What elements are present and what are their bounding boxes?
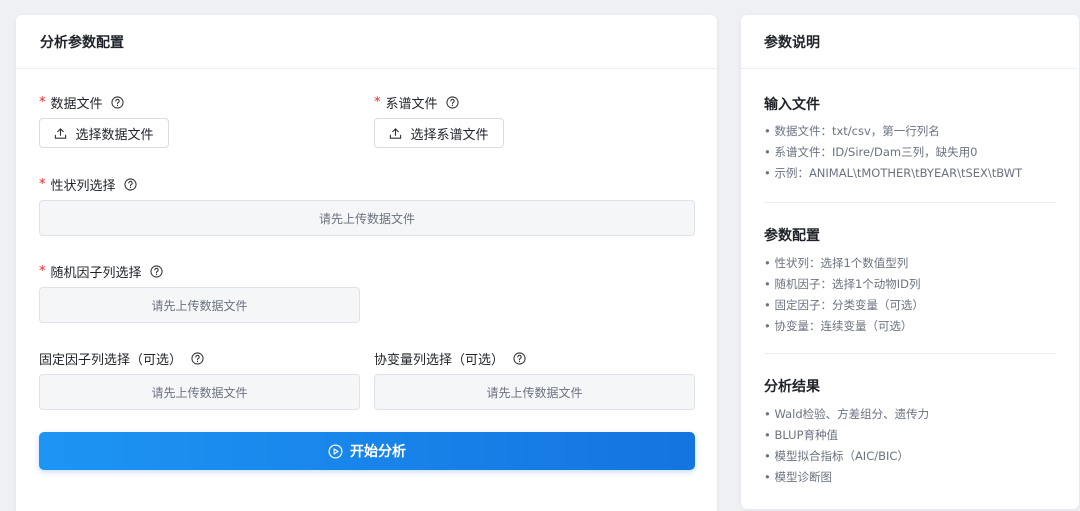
divider <box>764 202 1056 203</box>
random-factor-placeholder: 请先上传数据文件 <box>151 298 248 313</box>
config-panel-title: 分析参数配置 <box>16 15 717 69</box>
upload-icon <box>389 127 402 140</box>
start-analysis-label: 开始分析 <box>350 444 406 460</box>
covariate-label: 协变量列选择（可选） <box>374 353 505 368</box>
list-item: • 随机因子：选择1个动物ID列 <box>764 277 921 291</box>
section-list-results: • Wald检验、方差组分、遗传力 • BLUP育种值 • 模型拟合指标（AIC… <box>764 404 929 488</box>
help-icon[interactable] <box>190 352 204 366</box>
list-item: • 性状列：选择1个数值型列 <box>764 256 909 270</box>
fixed-factor-placeholder: 请先上传数据文件 <box>151 385 248 400</box>
help-icon[interactable] <box>512 352 526 366</box>
list-item: • 示例：ANIMAL\tMOTHER\tBYEAR\tSEX\tBWT <box>764 166 1023 180</box>
pedigree-file-label-row: * 系谱文件 <box>374 93 460 112</box>
covariate-select[interactable]: 请先上传数据文件 <box>374 374 695 410</box>
config-panel: 分析参数配置 * 数据文件 选择数据文件 * 系谱文件 选择系谱文件 * 性状列… <box>16 15 717 511</box>
play-circle-icon <box>328 444 343 459</box>
fixed-factor-label: 固定因子列选择（可选） <box>39 353 183 368</box>
fixed-factor-label-row: 固定因子列选择（可选） <box>39 349 204 368</box>
upload-icon <box>54 127 67 140</box>
help-panel-title: 参数说明 <box>741 15 1079 69</box>
random-factor-label: 随机因子列选择 <box>50 266 142 281</box>
select-pedigree-file-label: 选择系谱文件 <box>410 127 489 143</box>
data-file-label-row: * 数据文件 <box>39 93 125 112</box>
list-item: • 模型诊断图 <box>764 470 832 484</box>
list-item: • 数据文件：txt/csv，第一行列名 <box>764 124 940 138</box>
section-list-param-config: • 性状列：选择1个数值型列 • 随机因子：选择1个动物ID列 • 固定因子：分… <box>764 253 924 337</box>
trait-column-label-row: * 性状列选择 <box>39 175 138 194</box>
select-data-file-button[interactable]: 选择数据文件 <box>39 118 169 148</box>
data-file-label: 数据文件 <box>50 97 103 112</box>
divider <box>764 353 1056 354</box>
fixed-factor-select[interactable]: 请先上传数据文件 <box>39 374 360 410</box>
required-mark: * <box>374 95 381 110</box>
random-factor-select[interactable]: 请先上传数据文件 <box>39 287 360 323</box>
covariate-label-row: 协变量列选择（可选） <box>374 349 526 368</box>
trait-column-select[interactable]: 请先上传数据文件 <box>39 200 695 236</box>
random-factor-label-row: * 随机因子列选择 <box>39 262 164 281</box>
required-mark: * <box>39 264 46 279</box>
help-panel: 参数说明 输入文件 • 数据文件：txt/csv，第一行列名 • 系谱文件：ID… <box>741 15 1079 509</box>
pedigree-file-label: 系谱文件 <box>385 97 438 112</box>
list-item: • 协变量：连续变量（可选） <box>764 319 913 333</box>
help-icon[interactable] <box>150 265 164 279</box>
required-mark: * <box>39 177 46 192</box>
list-item: • 模型拟合指标（AIC/BIC） <box>764 449 909 463</box>
trait-column-placeholder: 请先上传数据文件 <box>318 211 415 226</box>
section-title-param-config: 参数配置 <box>764 228 820 244</box>
section-title-results: 分析结果 <box>764 379 820 395</box>
section-title-input-files: 输入文件 <box>764 97 820 113</box>
list-item: • BLUP育种值 <box>764 428 839 442</box>
covariate-placeholder: 请先上传数据文件 <box>486 385 583 400</box>
help-icon[interactable] <box>124 178 138 192</box>
list-item: • 系谱文件：ID/Sire/Dam三列，缺失用0 <box>764 145 978 159</box>
help-icon[interactable] <box>111 96 125 110</box>
select-pedigree-file-button[interactable]: 选择系谱文件 <box>374 118 504 148</box>
list-item: • 固定因子：分类变量（可选） <box>764 298 924 312</box>
required-mark: * <box>39 95 46 110</box>
trait-column-label: 性状列选择 <box>50 179 116 194</box>
list-item: • Wald检验、方差组分、遗传力 <box>764 407 930 421</box>
select-data-file-label: 选择数据文件 <box>75 127 154 143</box>
start-analysis-button[interactable]: 开始分析 <box>39 432 695 470</box>
section-list-input-files: • 数据文件：txt/csv，第一行列名 • 系谱文件：ID/Sire/Dam三… <box>764 121 1022 184</box>
help-icon[interactable] <box>446 96 460 110</box>
